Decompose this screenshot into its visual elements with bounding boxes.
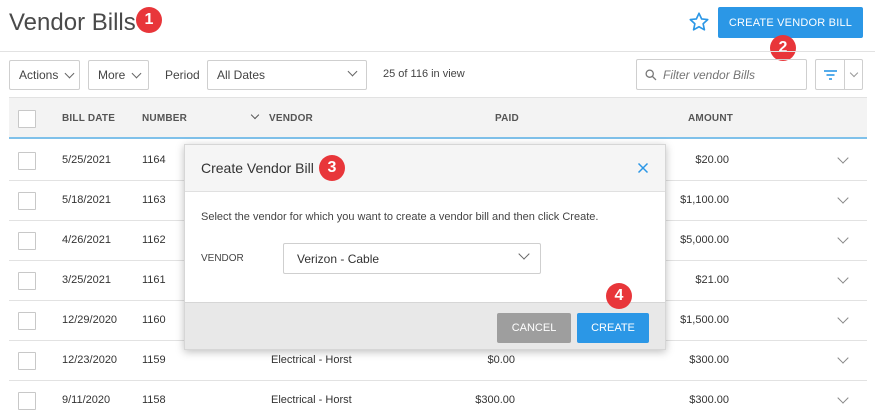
row-checkbox[interactable]	[18, 352, 36, 370]
bill-number: 1158	[142, 394, 166, 406]
vendor-select[interactable]: Verizon - Cable	[283, 243, 541, 274]
row-checkbox[interactable]	[18, 152, 36, 170]
bill-date: 3/25/2021	[62, 274, 111, 286]
bill-amount: $300.00	[689, 354, 729, 366]
view-count: 25 of 116 in view	[383, 68, 465, 80]
column-header-paid[interactable]: PAID	[495, 113, 519, 124]
bill-date: 9/11/2020	[62, 394, 111, 406]
callout-badge: 3	[319, 155, 345, 181]
create-vendor-bill-dialog: Create Vendor Bill 3 Select the vendor f…	[184, 144, 666, 350]
dialog-description: Select the vendor for which you want to …	[201, 211, 599, 223]
select-all-checkbox[interactable]	[18, 110, 36, 128]
more-dropdown[interactable]: More	[88, 60, 149, 90]
dialog-title: Create Vendor Bill	[201, 160, 314, 176]
chevron-down-icon	[849, 68, 858, 77]
callout-badge: 4	[606, 283, 632, 309]
period-value: All Dates	[217, 68, 266, 82]
bill-amount: $300.00	[689, 394, 729, 406]
row-checkbox[interactable]	[18, 272, 36, 290]
chevron-down-icon[interactable]	[837, 232, 849, 244]
filter-search-box[interactable]	[636, 59, 807, 90]
filter-input[interactable]	[663, 67, 803, 82]
chevron-down-icon[interactable]	[837, 152, 849, 164]
bill-date: 5/25/2021	[62, 154, 111, 166]
chevron-down-icon[interactable]	[837, 352, 849, 364]
callout-badge: 2	[770, 35, 796, 61]
bill-date: 4/26/2021	[62, 234, 111, 246]
chevron-down-icon[interactable]	[837, 392, 849, 404]
chevron-down-icon	[518, 248, 530, 260]
filter-icon	[823, 69, 837, 80]
chevron-down-icon	[131, 68, 142, 78]
chevron-down-icon	[64, 68, 75, 78]
actions-label: Actions	[19, 68, 59, 82]
bill-date: 12/23/2020	[62, 354, 118, 366]
bill-vendor[interactable]: Electrical - Horst	[271, 354, 352, 366]
chevron-down-icon[interactable]	[837, 272, 849, 284]
filter-button[interactable]	[815, 59, 845, 90]
bill-date: 5/18/2021	[62, 194, 111, 206]
star-outline-icon[interactable]	[688, 11, 710, 33]
dialog-footer: CANCEL CREATE	[185, 302, 665, 349]
period-label: Period	[165, 68, 200, 82]
vendor-label: VENDOR	[201, 253, 244, 264]
actions-dropdown[interactable]: Actions	[9, 60, 80, 90]
column-header-bill-date[interactable]: BILL DATE	[62, 113, 115, 124]
period-select[interactable]: All Dates	[207, 60, 367, 90]
header-divider	[0, 51, 875, 52]
callout-badge: 1	[136, 7, 162, 33]
sort-chevron-icon[interactable]	[250, 110, 260, 120]
filter-options-dropdown[interactable]	[845, 59, 863, 90]
page-title: Vendor Bills	[9, 9, 136, 36]
create-button[interactable]: CREATE	[577, 313, 649, 343]
search-icon	[645, 68, 657, 80]
column-header-amount[interactable]: AMOUNT	[688, 113, 733, 124]
row-checkbox[interactable]	[18, 192, 36, 210]
column-header-number[interactable]: NUMBER	[142, 113, 187, 124]
row-checkbox[interactable]	[18, 392, 36, 410]
table-row[interactable]: 9/11/2020 1158 Electrical - Horst $300.0…	[9, 381, 867, 420]
bill-number: 1161	[142, 274, 166, 286]
dialog-header: Create Vendor Bill 3	[185, 145, 665, 192]
close-icon[interactable]	[637, 162, 649, 174]
bill-date: 12/29/2020	[62, 314, 118, 326]
bill-vendor[interactable]: Electrical - Horst	[271, 394, 352, 406]
chevron-down-icon	[347, 66, 358, 77]
chevron-down-icon[interactable]	[837, 312, 849, 324]
row-checkbox[interactable]	[18, 232, 36, 250]
table-header: BILL DATE NUMBER VENDOR PAID AMOUNT	[9, 97, 867, 139]
bill-paid: $0.00	[487, 354, 515, 366]
create-vendor-bill-button[interactable]: CREATE VENDOR BILL	[718, 7, 863, 38]
bill-number: 1162	[142, 234, 166, 246]
bill-number: 1160	[142, 314, 166, 326]
bill-number: 1164	[142, 154, 166, 166]
bill-paid: $300.00	[475, 394, 515, 406]
bill-number: 1163	[142, 194, 166, 206]
cancel-button[interactable]: CANCEL	[497, 313, 571, 343]
more-label: More	[98, 68, 126, 82]
row-checkbox[interactable]	[18, 312, 36, 330]
vendor-value: Verizon - Cable	[297, 251, 380, 266]
chevron-down-icon[interactable]	[837, 192, 849, 204]
bill-number: 1159	[142, 354, 166, 366]
column-header-vendor[interactable]: VENDOR	[269, 113, 313, 124]
